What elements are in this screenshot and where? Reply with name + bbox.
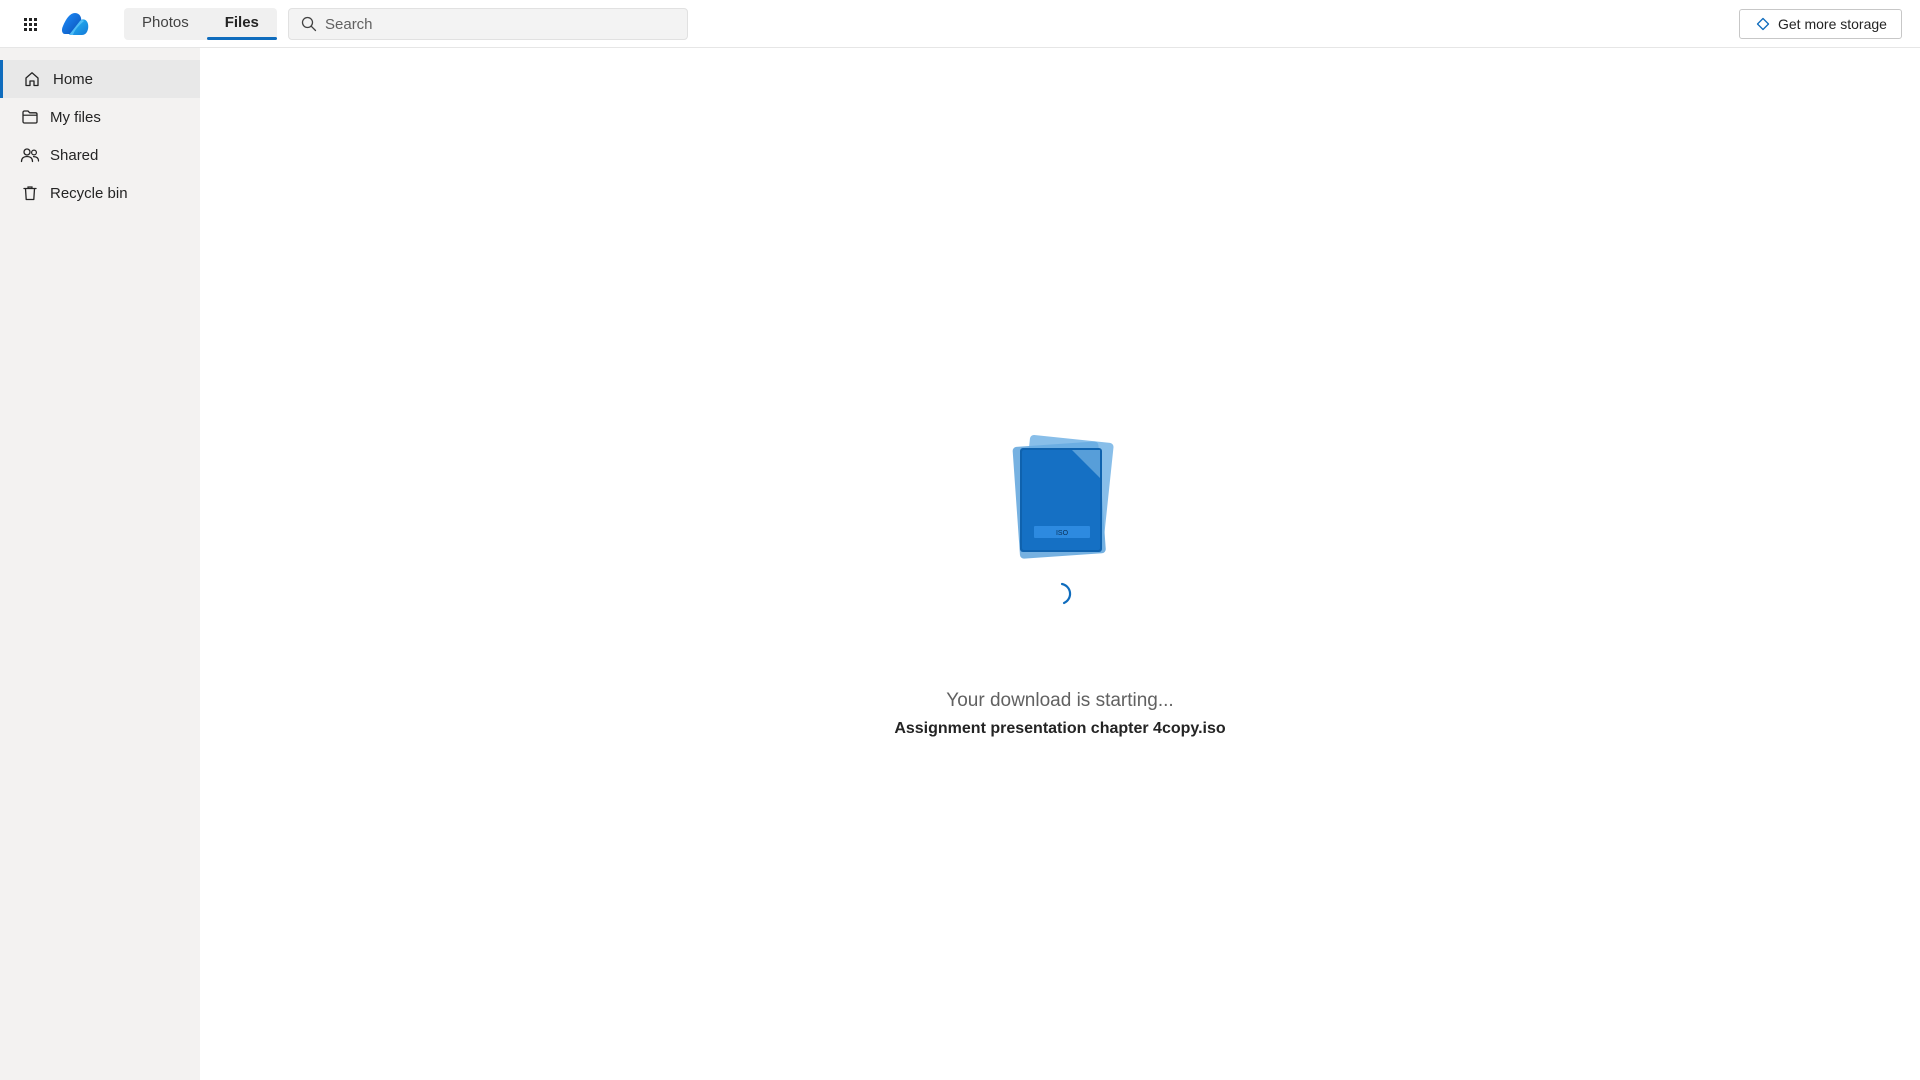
top-bar: Photos Files Get more storage (0, 0, 1920, 48)
sidebar-item-recycle-bin[interactable]: Recycle bin (0, 174, 200, 212)
download-file-name: Assignment presentation chapter 4copy.is… (894, 720, 1226, 737)
waffle-grid-icon (23, 17, 37, 31)
diamond-icon (1756, 17, 1770, 31)
sidebar-item-home[interactable]: Home (0, 60, 200, 98)
file-download-illustration: ISO (1012, 434, 1114, 559)
tab-files[interactable]: Files (206, 8, 278, 40)
view-tabs: Photos Files (124, 8, 278, 40)
home-icon (22, 69, 42, 89)
onedrive-cloud-icon[interactable] (60, 10, 90, 38)
search-icon (301, 16, 317, 32)
get-more-storage-button[interactable]: Get more storage (1739, 9, 1902, 39)
sidebar-item-shared[interactable]: Shared (0, 136, 200, 174)
folder-icon (20, 107, 40, 127)
main-content: ISO Your download is starting... Assignm… (200, 48, 1920, 1080)
app-launcher-button[interactable] (18, 12, 42, 36)
trash-icon (20, 183, 40, 203)
sidebar-item-my-files[interactable]: My files (0, 98, 200, 136)
people-icon (20, 145, 40, 165)
sidebar-item-label: Recycle bin (50, 184, 128, 202)
file-type-badge: ISO (1056, 530, 1069, 537)
sidebar-item-label: Shared (50, 146, 99, 164)
search-input[interactable] (325, 15, 665, 33)
sidebar-item-label: My files (50, 108, 101, 126)
download-status: Your download is starting... (946, 690, 1174, 711)
loading-spinner (1060, 582, 1072, 605)
search-box[interactable] (288, 8, 688, 40)
sidebar-item-label: Home (53, 70, 94, 88)
tab-photos[interactable]: Photos (124, 8, 207, 40)
sidebar: Home My files Shared Recycle bin (0, 48, 200, 1080)
get-more-storage-label: Get more storage (1778, 16, 1887, 32)
